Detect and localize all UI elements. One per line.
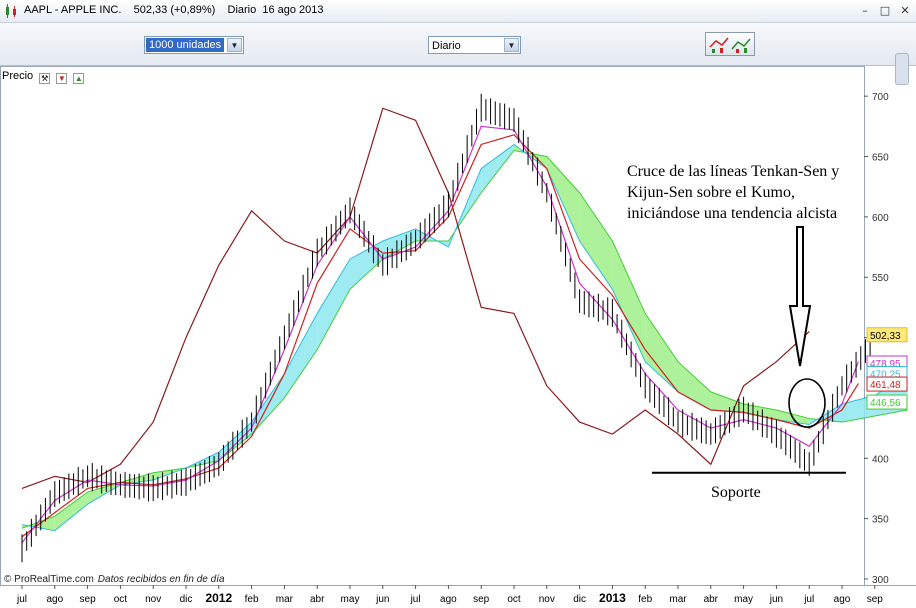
- title-bar: AAPL - APPLE INC. 502,33 (+0,89%) Diario…: [0, 0, 916, 23]
- period-select[interactable]: Diario ▼: [428, 36, 521, 54]
- window-title: AAPL - APPLE INC. 502,33 (+0,89%) Diario…: [24, 4, 324, 16]
- x-tick-label: ago: [46, 594, 63, 605]
- indicators-button[interactable]: [705, 32, 755, 56]
- panel-header: Precio ⚒ ▼ ▲: [2, 68, 85, 84]
- units-select-value: 1000 unidades: [146, 38, 225, 52]
- x-tick-label: dic: [180, 594, 193, 605]
- y-tick-label: 350: [872, 515, 889, 526]
- x-tick-label: sep: [80, 594, 97, 605]
- y-tick-label: 300: [872, 575, 889, 586]
- x-tick-label: may: [734, 594, 753, 605]
- annotation-line: iniciándose una tendencia alcista: [627, 205, 838, 222]
- x-tick-label: jul: [16, 594, 27, 605]
- x-tick-label: abr: [704, 594, 719, 605]
- x-tick-label: dic: [573, 594, 586, 605]
- units-select[interactable]: 1000 unidades ▼: [144, 36, 244, 54]
- x-tick-label: feb: [245, 594, 259, 605]
- x-tick-label: sep: [473, 594, 490, 605]
- x-tick-label: mar: [669, 594, 687, 605]
- x-tick-label: abr: [310, 594, 325, 605]
- x-tick-label: jun: [769, 594, 783, 605]
- x-tick-label: nov: [145, 594, 161, 605]
- x-tick-label: nov: [539, 594, 555, 605]
- maximize-icon[interactable]: □: [878, 4, 892, 18]
- y-tick-label: 700: [872, 92, 889, 103]
- chevron-down-icon[interactable]: ▼: [504, 38, 519, 52]
- data-note: Datos recibidos en fin de día: [97, 574, 225, 585]
- indicators-icon: [709, 37, 751, 53]
- candlestick-app-icon: [6, 4, 16, 18]
- minimize-icon[interactable]: –: [858, 4, 872, 18]
- x-tick-label: 2012: [205, 591, 232, 605]
- y-tick-label: 400: [872, 454, 889, 465]
- x-tick-label: ago: [440, 594, 457, 605]
- annotation-text: Cruce de las líneas Tenkan-Sen y Kijun-S…: [627, 161, 862, 224]
- chart-area: 300350400450500550600650700julagosepoctn…: [0, 66, 916, 608]
- x-tick-label: ago: [834, 594, 851, 605]
- chevron-down-icon[interactable]: ▼: [227, 38, 242, 52]
- x-tick-label: sep: [867, 594, 884, 605]
- panel-label: Precio: [2, 70, 34, 82]
- close-icon[interactable]: ✕: [898, 4, 912, 18]
- support-label: Soporte: [711, 484, 761, 501]
- y-tick-label: 550: [872, 273, 889, 284]
- price-tag-label: 461,48: [870, 380, 901, 391]
- annotation-line: Cruce de las líneas Tenkan-Sen y: [627, 163, 840, 180]
- arrow-down-icon[interactable]: ▼: [56, 73, 68, 84]
- arrow-up-icon[interactable]: ▲: [73, 73, 85, 84]
- period-select-value: Diario: [432, 40, 461, 52]
- x-tick-label: jun: [375, 594, 389, 605]
- toolbar: 1000 unidades ▼ Diario ▼: [0, 23, 916, 85]
- y-tick-label: 600: [872, 213, 889, 224]
- x-tick-label: jul: [803, 594, 814, 605]
- x-tick-label: oct: [507, 594, 521, 605]
- plot-frame: [0, 66, 865, 586]
- x-tick-label: mar: [276, 594, 294, 605]
- y-tick-label: 650: [872, 153, 889, 164]
- x-tick-label: jul: [410, 594, 421, 605]
- price-tag-label: 502,33: [870, 331, 901, 342]
- x-tick-label: 2013: [599, 591, 626, 605]
- x-tick-label: may: [341, 594, 360, 605]
- price-tag-label: 446,56: [870, 398, 901, 409]
- copyright-text: © ProRealTime.com: [4, 574, 94, 585]
- annotation-line: Kijun-Sen sobre el Kumo,: [627, 184, 795, 201]
- price-chart[interactable]: 300350400450500550600650700julagosepoctn…: [0, 66, 916, 608]
- wrench-icon[interactable]: ⚒: [39, 73, 51, 84]
- x-tick-label: oct: [114, 594, 128, 605]
- x-tick-label: feb: [638, 594, 652, 605]
- footer: © ProRealTime.com Datos recibidos en fin …: [4, 574, 225, 585]
